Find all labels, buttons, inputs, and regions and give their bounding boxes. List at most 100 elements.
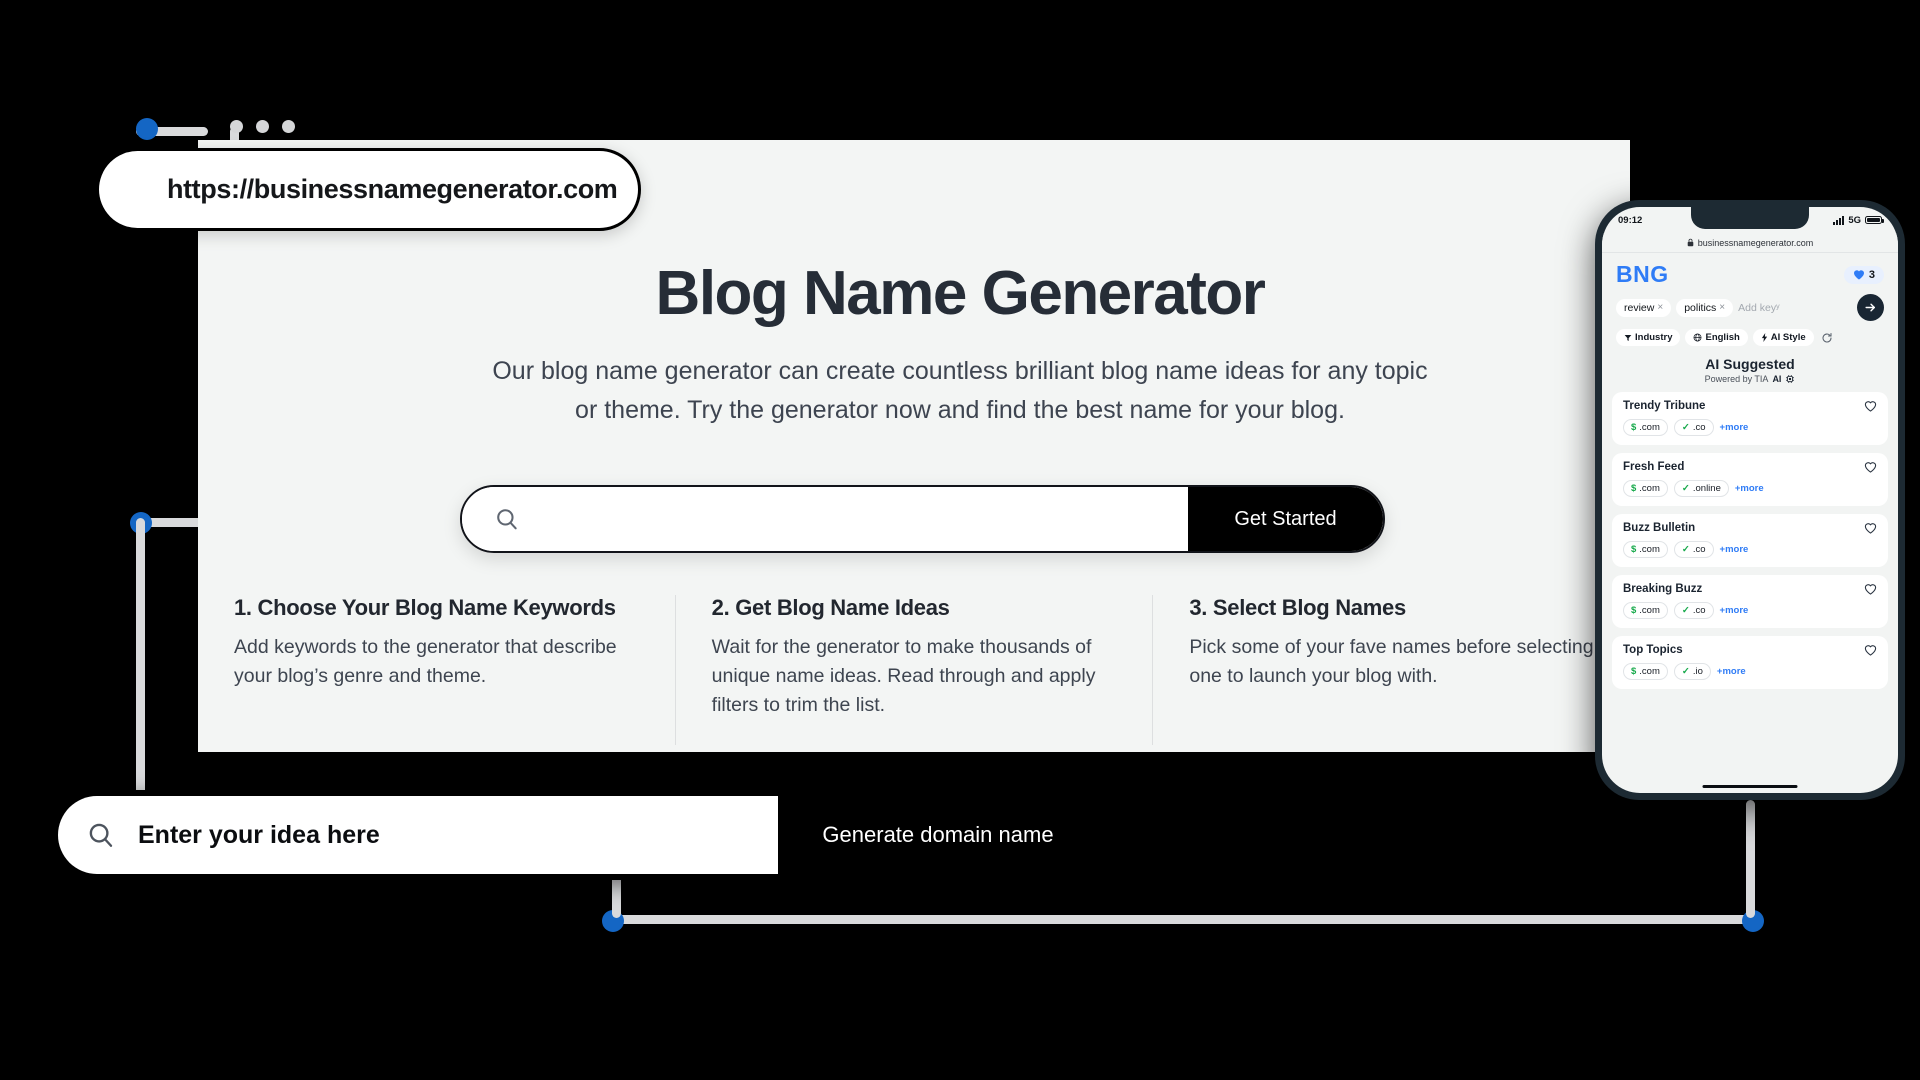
domain-chip[interactable]: ✓ .online <box>1673 480 1729 497</box>
hero-search-bar[interactable]: Get Started <box>460 485 1385 553</box>
battery-icon <box>1865 215 1884 225</box>
result-card-top: Breaking Buzz <box>1623 583 1877 595</box>
ai-powered-brand: AI <box>1772 374 1782 384</box>
keyword-chip[interactable]: politics × <box>1676 298 1734 317</box>
result-name: Buzz Bulletin <box>1623 522 1696 534</box>
connector-dot-top <box>136 118 158 140</box>
search-icon <box>494 506 520 532</box>
results-list: Trendy Tribune $ .com ✓ .co +more Fresh … <box>1602 392 1898 689</box>
browser-url-bar[interactable]: https://businessnamegenerator.com <box>96 148 641 231</box>
check-icon: ✓ <box>1681 483 1690 494</box>
check-icon: ✓ <box>1681 605 1690 616</box>
result-card-top: Trendy Tribune <box>1623 400 1877 412</box>
more-domains-link[interactable]: +more <box>1717 666 1746 677</box>
generate-domain-name-button[interactable]: Generate domain name <box>778 796 1098 874</box>
favourites-badge[interactable]: 3 <box>1843 265 1884 284</box>
domain-chip[interactable]: $ .com <box>1623 663 1668 680</box>
domain-chip[interactable]: $ .com <box>1623 480 1668 497</box>
more-domains-link[interactable]: +more <box>1720 422 1749 433</box>
domain-chip[interactable]: ✓ .co <box>1673 602 1714 619</box>
refresh-icon[interactable] <box>1821 332 1833 344</box>
domain-generator-bar[interactable]: Enter your idea here Generate domain nam… <box>52 790 1104 880</box>
status-right-group: 5G <box>1832 215 1884 226</box>
ai-suggested-subtitle: Powered by TIA AI <box>1602 374 1898 384</box>
domain-tld: .co <box>1692 605 1706 616</box>
status-time: 09:12 <box>1618 214 1643 226</box>
keyword-chip[interactable]: review × <box>1616 298 1672 317</box>
filter-label: AI Style <box>1770 332 1806 343</box>
result-card[interactable]: Breaking Buzz $ .com ✓ .co +more <box>1612 575 1888 628</box>
more-domains-link[interactable]: +more <box>1735 483 1764 494</box>
filter-industry-button[interactable]: Industry <box>1616 329 1681 346</box>
arrow-right-icon[interactable] <box>1857 294 1884 321</box>
result-card[interactable]: Buzz Bulletin $ .com ✓ .co +more <box>1612 514 1888 567</box>
result-card-domains: $ .com ✓ .co +more <box>1623 419 1877 436</box>
filter-label: English <box>1705 332 1740 343</box>
domain-chip[interactable]: ✓ .co <box>1673 541 1714 558</box>
step-item-3: 3. Select Blog Names Pick some of your f… <box>1152 595 1630 745</box>
step-body: Wait for the generator to make thousands… <box>711 636 1096 716</box>
step-body: Add keywords to the generator that descr… <box>234 636 617 687</box>
hero-search-field[interactable] <box>462 487 1188 551</box>
phone-screen: 09:12 5G businessnamegenerator.com BNG 3… <box>1602 207 1898 793</box>
result-card[interactable]: Top Topics $ .com ✓ .io +more <box>1612 636 1888 689</box>
canvas: https://businessnamegenerator.com Blog N… <box>0 0 1920 1080</box>
close-icon[interactable]: × <box>1657 302 1663 313</box>
ai-suggested-header: AI Suggested Powered by TIA AI <box>1602 356 1898 392</box>
phone-url-text: businessnamegenerator.com <box>1697 237 1814 248</box>
filter-ai-style-button[interactable]: AI Style <box>1752 329 1814 346</box>
result-card[interactable]: Trendy Tribune $ .com ✓ .co +more <box>1612 392 1888 445</box>
result-card-domains: $ .com ✓ .co +more <box>1623 602 1877 619</box>
heart-outline-icon[interactable] <box>1864 644 1877 656</box>
home-indicator <box>1702 784 1798 788</box>
more-domains-link[interactable]: +more <box>1720 544 1749 555</box>
filter-language-button[interactable]: English <box>1685 329 1748 346</box>
dollar-icon: $ <box>1631 483 1637 494</box>
connector-line-bottom-right-vertical <box>1746 800 1755 918</box>
globe-icon <box>1693 333 1702 342</box>
app-logo: BNG <box>1616 261 1669 287</box>
domain-chip[interactable]: $ .com <box>1623 602 1668 619</box>
bolt-icon <box>1761 333 1768 342</box>
heart-outline-icon[interactable] <box>1864 461 1877 473</box>
domain-chip[interactable]: ✓ .io <box>1673 663 1711 680</box>
domain-tld: .com <box>1639 605 1660 616</box>
page-subtitle-line2: or theme. Try the generator now and find… <box>575 396 1345 424</box>
phone-mockup: 09:12 5G businessnamegenerator.com BNG 3… <box>1595 200 1905 800</box>
domain-tld: .com <box>1639 422 1660 433</box>
result-card[interactable]: Fresh Feed $ .com ✓ .online +more <box>1612 453 1888 506</box>
favourites-count: 3 <box>1868 268 1875 281</box>
domain-chip[interactable]: $ .com <box>1623 541 1668 558</box>
heart-filled-icon <box>1853 269 1865 280</box>
signal-bars-icon <box>1832 215 1845 225</box>
phone-url-bar[interactable]: businessnamegenerator.com <box>1602 233 1898 253</box>
browser-dot-2 <box>256 120 269 133</box>
heart-outline-icon[interactable] <box>1864 522 1877 534</box>
heart-outline-icon[interactable] <box>1864 583 1877 595</box>
keyword-chip-label: politics <box>1684 301 1717 314</box>
step-title: 3. Select Blog Names <box>1189 595 1406 620</box>
domain-chip[interactable]: $ .com <box>1623 419 1668 436</box>
domain-chip[interactable]: ✓ .co <box>1673 419 1714 436</box>
heart-outline-icon[interactable] <box>1864 400 1877 412</box>
close-icon[interactable]: × <box>1719 302 1725 313</box>
result-card-domains: $ .com ✓ .co +more <box>1623 541 1877 558</box>
browser-url-text: https://businessnamegenerator.com <box>167 174 618 204</box>
check-icon: ✓ <box>1681 544 1690 555</box>
keyword-input[interactable]: Add keyʸ <box>1738 302 1852 314</box>
domain-search-placeholder: Enter your idea here <box>138 820 380 849</box>
keyword-chip-label: review <box>1624 301 1655 314</box>
connector-line-mid-vertical <box>136 518 145 818</box>
steps-section: 1. Choose Your Blog Name Keywords Add ke… <box>198 595 1630 745</box>
check-icon: ✓ <box>1681 666 1690 677</box>
dollar-icon: $ <box>1631 666 1637 677</box>
step-body: Pick some of your fave names before sele… <box>1189 636 1594 687</box>
domain-tld: .com <box>1639 483 1660 494</box>
result-name: Breaking Buzz <box>1623 583 1703 595</box>
get-started-button[interactable]: Get Started <box>1188 487 1383 551</box>
more-domains-link[interactable]: +more <box>1720 605 1749 616</box>
result-card-top: Fresh Feed <box>1623 461 1877 473</box>
domain-search-field[interactable]: Enter your idea here <box>58 796 778 874</box>
browser-dot-1 <box>230 120 243 133</box>
result-card-domains: $ .com ✓ .io +more <box>1623 663 1877 680</box>
